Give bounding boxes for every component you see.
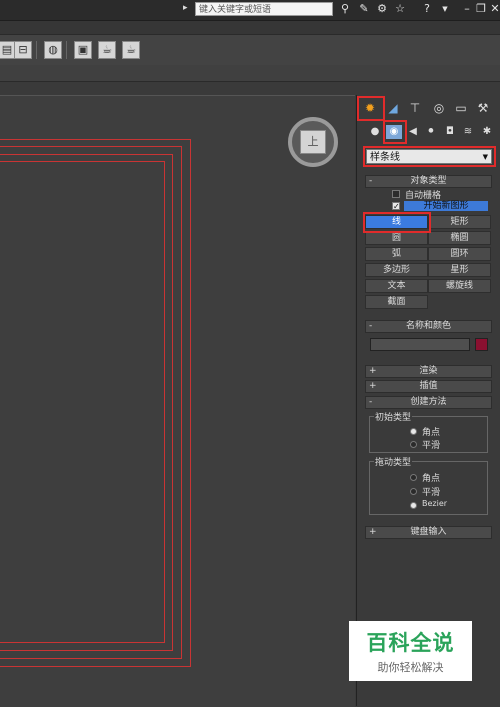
- initial-corner-label: 角点: [422, 428, 441, 438]
- name-color-title: 名称和颜色: [405, 321, 451, 331]
- search-input[interactable]: 键入关键字或短语: [195, 2, 333, 16]
- viewport[interactable]: [0, 95, 355, 707]
- circle-button[interactable]: 圆: [365, 231, 428, 245]
- help-dropdown-icon[interactable]: ▼: [438, 2, 452, 16]
- watermark-logo: 百科全说 助你轻松解决: [349, 621, 472, 681]
- drag-bezier-radio[interactable]: [410, 502, 417, 509]
- start-new-shape-button[interactable]: 开始新图形: [404, 201, 488, 211]
- toolbar-icon-2[interactable]: ⊟: [14, 41, 32, 59]
- display-tab-icon[interactable]: ▭: [452, 99, 470, 117]
- close-icon[interactable]: ✕: [488, 2, 500, 16]
- watermark-main-text: 百科全说: [366, 631, 455, 655]
- initial-type-label: 初始类型: [374, 410, 413, 423]
- render-setup-icon[interactable]: ◍: [44, 41, 62, 59]
- toolbar-divider: [66, 41, 67, 59]
- ngon-button[interactable]: 多边形: [365, 263, 428, 277]
- minimize-icon[interactable]: –: [460, 2, 474, 16]
- cameras-tab-icon[interactable]: ⚫: [423, 125, 439, 139]
- utilities-tab-icon[interactable]: ⚒: [474, 99, 492, 117]
- drag-bezier-label: Bezier: [422, 499, 448, 508]
- initial-smooth-label: 平滑: [422, 441, 441, 451]
- spacewarps-tab-icon[interactable]: ≋: [460, 125, 476, 139]
- start-new-shape-checkbox[interactable]: ✓: [392, 202, 400, 211]
- toolbar-divider: [36, 41, 37, 59]
- rendered-frame-icon[interactable]: ▣: [74, 41, 92, 59]
- autogrid-label: 自动栅格: [405, 191, 442, 201]
- binoculars-icon[interactable]: ⚲: [338, 2, 352, 16]
- drag-type-label: 拖动类型: [374, 455, 413, 468]
- help-icon[interactable]: ?: [420, 2, 434, 16]
- creation-method-title: 创建方法: [410, 397, 447, 407]
- main-toolbar: ▤ ⊟ ◍ ▣ ☕ ☕: [0, 34, 500, 66]
- interpolation-rollout-header[interactable]: + 插值: [365, 380, 492, 393]
- name-color-rollout-header[interactable]: - 名称和颜色: [365, 320, 492, 333]
- lights-tab-icon[interactable]: ◀: [405, 125, 421, 139]
- helix-button[interactable]: 螺旋线: [428, 279, 491, 293]
- helpers-tab-icon[interactable]: ◘: [442, 125, 458, 139]
- shapes-tab-highlight: [383, 120, 407, 144]
- star-button[interactable]: 星形: [428, 263, 491, 277]
- drag-smooth-label: 平滑: [422, 488, 441, 498]
- modify-tab-icon[interactable]: ◢: [384, 99, 402, 117]
- text-button[interactable]: 文本: [365, 279, 428, 293]
- exchange-icon[interactable]: ⚙: [375, 2, 389, 16]
- star-icon[interactable]: ☆: [393, 2, 407, 16]
- menu-strip: [0, 21, 500, 34]
- viewcube-top-face[interactable]: 上: [300, 130, 326, 154]
- rendering-rollout-header[interactable]: + 渲染: [365, 365, 492, 378]
- drag-corner-radio[interactable]: [410, 474, 417, 481]
- rendering-title: 渲染: [419, 366, 438, 376]
- initial-corner-radio[interactable]: [410, 428, 417, 435]
- section-button[interactable]: 截面: [365, 295, 428, 309]
- title-bar: ▸ 键入关键字或短语 ⚲ ✎ ⚙ ☆ ? ▼ – ❐ ✕: [0, 0, 500, 21]
- expand-arrow-icon[interactable]: ▸: [183, 3, 188, 13]
- ribbon-strip: [0, 65, 500, 82]
- initial-smooth-radio[interactable]: [410, 441, 417, 448]
- ellipse-button[interactable]: 椭圆: [428, 231, 491, 245]
- donut-button[interactable]: 圆环: [428, 247, 491, 261]
- watermark-sub-text: 助你轻松解决: [377, 661, 444, 674]
- shape-outline: [0, 161, 165, 643]
- systems-tab-icon[interactable]: ✱: [479, 125, 495, 139]
- drag-corner-label: 角点: [422, 474, 441, 484]
- autogrid-checkbox[interactable]: [392, 190, 400, 198]
- restore-icon[interactable]: ❐: [474, 2, 488, 16]
- object-name-field[interactable]: [370, 338, 470, 351]
- object-type-title: 对象类型: [410, 176, 447, 186]
- tools-icon[interactable]: ✎: [357, 2, 371, 16]
- rectangle-button[interactable]: 矩形: [428, 215, 491, 229]
- geometry-tab-icon[interactable]: ●: [367, 125, 383, 139]
- interpolation-title: 插值: [419, 381, 438, 391]
- create-tab-highlight: [357, 96, 385, 121]
- object-color-swatch[interactable]: [475, 338, 488, 351]
- motion-tab-icon[interactable]: ◎: [430, 99, 448, 117]
- render-teapot-icon[interactable]: ☕: [98, 41, 116, 59]
- keyboard-entry-title: 键盘输入: [410, 527, 447, 537]
- dropdown-highlight: [363, 146, 496, 167]
- object-type-rollout-header[interactable]: - 对象类型: [365, 175, 492, 188]
- keyboard-entry-rollout-header[interactable]: + 键盘输入: [365, 526, 492, 539]
- arc-button[interactable]: 弧: [365, 247, 428, 261]
- hierarchy-tab-icon[interactable]: ⊤: [406, 99, 424, 117]
- creation-method-rollout-header[interactable]: - 创建方法: [365, 396, 492, 409]
- line-button-highlight: [363, 212, 431, 233]
- drag-smooth-radio[interactable]: [410, 488, 417, 495]
- render-active-icon[interactable]: ☕: [122, 41, 140, 59]
